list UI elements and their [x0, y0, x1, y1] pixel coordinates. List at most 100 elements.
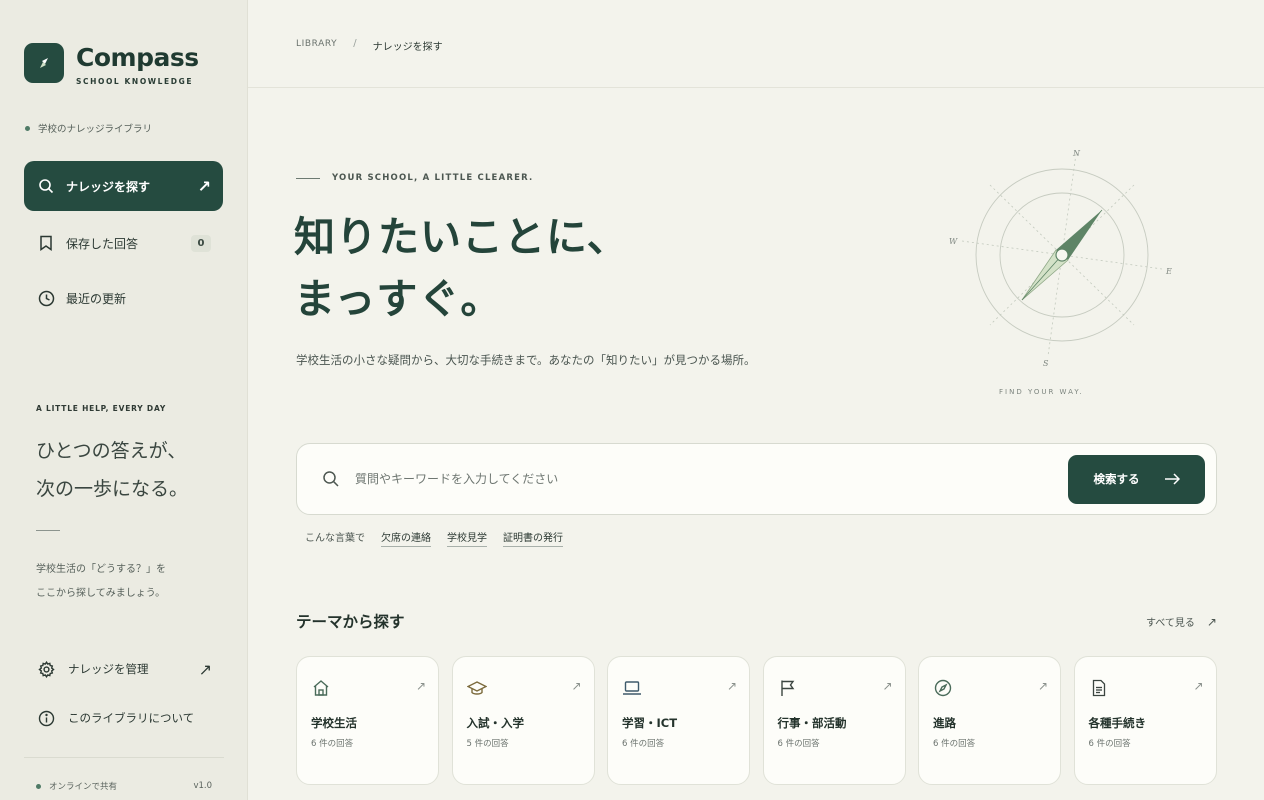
search-icon [321, 469, 341, 489]
sidebar-footer: オンラインで共有 v1.0 [36, 780, 212, 792]
sidebar-item-search[interactable]: ナレッジを探す ↗ [24, 161, 223, 211]
search-suggestions: こんな言葉で 欠席の連絡 学校見学 証明書の発行 [305, 529, 563, 547]
search-bar: 検索する [296, 443, 1217, 515]
divider [24, 757, 224, 758]
arrow-up-right-icon: ↗ [1037, 679, 1048, 693]
theme-card-count: 5 件の回答 [466, 739, 509, 749]
suggestion-chip[interactable]: 学校見学 [447, 529, 487, 547]
brand-name: Compass [76, 43, 199, 72]
breadcrumb: LIBRARY / ナレッジを探す [296, 38, 443, 53]
theme-card-title: 進路 [933, 716, 956, 730]
theme-card-school-life[interactable]: ↗ 学校生活 6 件の回答 [296, 656, 439, 785]
saved-count-badge: 0 [191, 234, 211, 252]
hero-description: 学校生活の小さな疑問から、大切な手続きまで。あなたの「知りたい」が見つかる場所。 [296, 353, 756, 367]
tagline-line: 次の一歩になる。 [36, 478, 189, 500]
manage-knowledge-label: ナレッジを管理 [68, 662, 149, 676]
theme-card-title: 入試・入学 [466, 716, 525, 730]
theme-card-admissions[interactable]: ↗ 入試・入学 5 件の回答 [451, 656, 595, 785]
arrow-up-right-icon: ↗ [1193, 679, 1204, 693]
status-dot [25, 125, 30, 131]
about-library-label: このライブラリについて [68, 711, 195, 725]
manage-knowledge-link[interactable]: ナレッジを管理 ↗ [36, 659, 212, 679]
sidebar-item-recent[interactable]: 最近の更新 [24, 273, 223, 323]
sidebar-item-saved[interactable]: 保存した回答 0 [24, 218, 223, 268]
hero-kicker: YOUR SCHOOL, A LITTLE CLEARER. [296, 173, 533, 183]
compass-illustration: N E S W [940, 140, 1180, 400]
arrow-up-right-icon: ↗ [198, 659, 212, 679]
arrow-up-right-icon: ↗ [882, 679, 893, 693]
theme-cards: ↗ 学校生活 6 件の回答 ↗ 入試・入学 5 件の回答 ↗ 学習・ICT 6 … [296, 656, 1217, 785]
compass-label-s: S [1043, 359, 1049, 368]
theme-card-career[interactable]: ↗ 進路 6 件の回答 [918, 656, 1061, 785]
gear-icon [36, 659, 56, 679]
arrow-up-right-icon: ↗ [726, 679, 737, 693]
library-label: 学校のナレッジライブラリ [25, 121, 152, 135]
tagline: ひとつの答えが、 次の一歩になる。 [36, 432, 188, 508]
compass-label-n: N [1072, 149, 1081, 158]
tagline-line: ひとつの答えが、 [36, 440, 187, 462]
document-icon [1089, 678, 1109, 698]
theme-card-count: 6 件の回答 [777, 739, 820, 749]
breadcrumb-separator: / [353, 38, 357, 49]
search-button[interactable]: 検索する [1068, 454, 1205, 504]
tagline-desc-line: ここから探してみましょう。 [36, 588, 166, 599]
search-input[interactable] [355, 459, 1068, 499]
tagline-kicker: A LITTLE HELP, EVERY DAY [36, 404, 167, 413]
see-all-link[interactable]: すべて見る ↗ [1146, 614, 1217, 630]
compass-icon [933, 678, 953, 698]
sidebar-item-label: 保存した回答 [66, 236, 139, 251]
house-icon [311, 678, 331, 698]
theme-card-events-clubs[interactable]: ↗ 行事・部活動 6 件の回答 [762, 656, 906, 785]
divider [36, 530, 60, 531]
arrow-up-right-icon: ↗ [1206, 614, 1217, 629]
breadcrumb-root[interactable]: LIBRARY [296, 39, 337, 53]
kicker-rule [296, 177, 320, 179]
arrow-up-right-icon: ↗ [197, 176, 211, 196]
suggest-label: こんな言葉で [305, 533, 365, 544]
theme-card-procedures[interactable]: ↗ 各種手続き 6 件の回答 [1073, 656, 1217, 785]
version-label: v1.0 [193, 781, 212, 791]
suggestion-chip[interactable]: 証明書の発行 [503, 529, 563, 547]
info-icon [36, 708, 56, 728]
theme-card-title: 各種手続き [1088, 716, 1147, 730]
arrow-up-right-icon: ↗ [571, 679, 582, 693]
search-icon [36, 176, 56, 196]
themes-section-title: テーマから探す [296, 613, 405, 631]
tagline-desc-line: 学校生活の「どうする？」を [36, 564, 166, 575]
library-label-text: 学校のナレッジライブラリ [38, 124, 153, 135]
theme-card-count: 6 件の回答 [933, 739, 976, 749]
hero-kicker-text: YOUR SCHOOL, A LITTLE CLEARER. [332, 173, 534, 183]
search-button-label: 検索する [1093, 472, 1140, 486]
hero-title-line: まっすぐ。 [294, 275, 503, 323]
sidebar-item-label: ナレッジを探す [66, 179, 151, 194]
laptop-icon [622, 678, 642, 698]
about-library-link[interactable]: このライブラリについて [36, 708, 212, 728]
topbar: LIBRARY / ナレッジを探す [248, 0, 1264, 88]
arrow-right-icon [1164, 473, 1180, 485]
bookmark-icon [36, 233, 56, 253]
flag-icon [778, 678, 798, 698]
theme-card-count: 6 件の回答 [1088, 739, 1131, 749]
theme-card-title: 学習・ICT [622, 716, 678, 730]
theme-card-count: 6 件の回答 [311, 739, 354, 749]
sidebar-item-label: 最近の更新 [66, 291, 127, 306]
theme-card-title: 学校生活 [311, 716, 357, 730]
arrow-up-right-icon: ↗ [415, 679, 426, 693]
hero-title: 知りたいことに、 まっすぐ。 [294, 206, 629, 330]
breadcrumb-current: ナレッジを探す [372, 42, 443, 53]
find-your-way-caption: FIND YOUR WAY. [999, 388, 1084, 396]
clock-icon [36, 288, 56, 308]
sidebar: Compass SCHOOL KNOWLEDGE 学校のナレッジライブラリ ナレ… [0, 0, 248, 800]
graduation-cap-icon [466, 678, 487, 698]
online-status-text: オンラインで共有 [49, 782, 118, 792]
hero-title-line: 知りたいことに、 [294, 213, 629, 261]
suggestion-chip[interactable]: 欠席の連絡 [381, 529, 431, 547]
compass-logo-icon [24, 43, 64, 83]
theme-card-count: 6 件の回答 [622, 739, 665, 749]
theme-card-learning-ict[interactable]: ↗ 学習・ICT 6 件の回答 [607, 656, 750, 785]
brand[interactable]: Compass SCHOOL KNOWLEDGE [24, 43, 199, 86]
online-status-dot [36, 783, 41, 789]
compass-label-e: E [1165, 267, 1172, 276]
see-all-label: すべて見る [1146, 618, 1195, 629]
brand-subtitle: SCHOOL KNOWLEDGE [76, 77, 194, 86]
